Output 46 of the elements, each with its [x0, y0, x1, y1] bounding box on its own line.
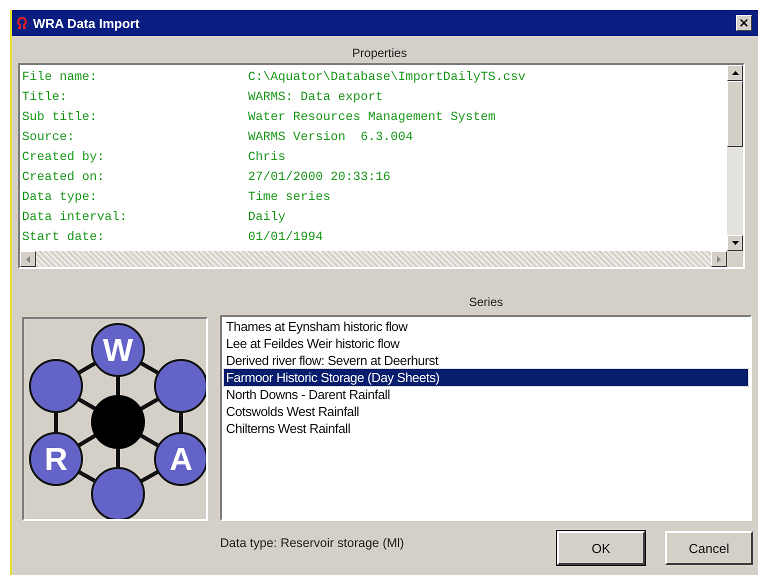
property-label: Source: — [22, 130, 76, 144]
scroll-left-button[interactable] — [20, 251, 36, 267]
series-item[interactable]: Thames at Eynsham historic flow — [224, 318, 748, 335]
logo-letter: R — [44, 441, 68, 477]
scroll-thumb[interactable] — [727, 81, 743, 147]
property-value: Water Resources Management System — [248, 110, 496, 124]
series-heading: Series — [468, 295, 504, 311]
cancel-button[interactable]: Cancel — [665, 531, 753, 565]
data-type-label: Data type: Reservoir storage (Ml) — [220, 536, 406, 550]
scroll-down-button[interactable] — [727, 235, 743, 251]
ok-button[interactable]: OK — [557, 531, 645, 565]
property-value: Time series — [248, 190, 331, 204]
series-item[interactable]: North Downs - Darent Rainfall — [224, 386, 748, 403]
series-item[interactable]: Farmoor Historic Storage (Day Sheets) — [224, 369, 748, 386]
series-item[interactable]: Lee at Feildes Weir historic flow — [224, 335, 748, 352]
close-button[interactable]: × — [736, 15, 752, 31]
property-label: Start date: — [22, 230, 106, 244]
series-item[interactable]: Derived river flow: Severn at Deerhurst — [224, 352, 748, 369]
property-label: Sub title: — [22, 110, 98, 124]
property-label: Title: — [22, 90, 68, 104]
scroll-up-button[interactable] — [727, 65, 743, 81]
property-label: File name: — [22, 70, 98, 84]
property-value: 27/01/2000 20:33:16 — [248, 170, 391, 184]
right-arrow-icon — [717, 256, 721, 262]
property-value: WARMS: Data export — [248, 90, 384, 104]
scrollbar-corner — [727, 251, 743, 267]
scroll-right-button[interactable] — [711, 251, 727, 267]
down-arrow-icon — [732, 241, 738, 245]
series-item[interactable]: Cotswolds West Rainfall — [224, 403, 748, 420]
property-label: Data type: — [22, 190, 98, 204]
window-title: WRA Data Import — [33, 16, 140, 30]
properties-heading: Properties — [351, 45, 408, 62]
logo-letter: W — [102, 332, 134, 368]
property-value: 01/01/1994 — [248, 230, 324, 244]
horseshoe-icon — [16, 17, 28, 29]
property-value: Chris — [248, 150, 286, 164]
property-label: Created by: — [22, 150, 106, 164]
series-item[interactable]: Chilterns West Rainfall — [224, 420, 748, 437]
logo-letter: A — [169, 441, 193, 477]
up-arrow-icon — [732, 71, 738, 75]
left-arrow-icon — [26, 256, 30, 262]
property-value: C:\Aquator\Database\ImportDailyTS.csv — [248, 70, 526, 84]
property-label: Data interval: — [22, 210, 128, 224]
property-value: WARMS Version 6.3.004 — [248, 130, 414, 144]
property-label: Created on: — [22, 170, 106, 184]
property-value: Daily — [248, 210, 286, 224]
